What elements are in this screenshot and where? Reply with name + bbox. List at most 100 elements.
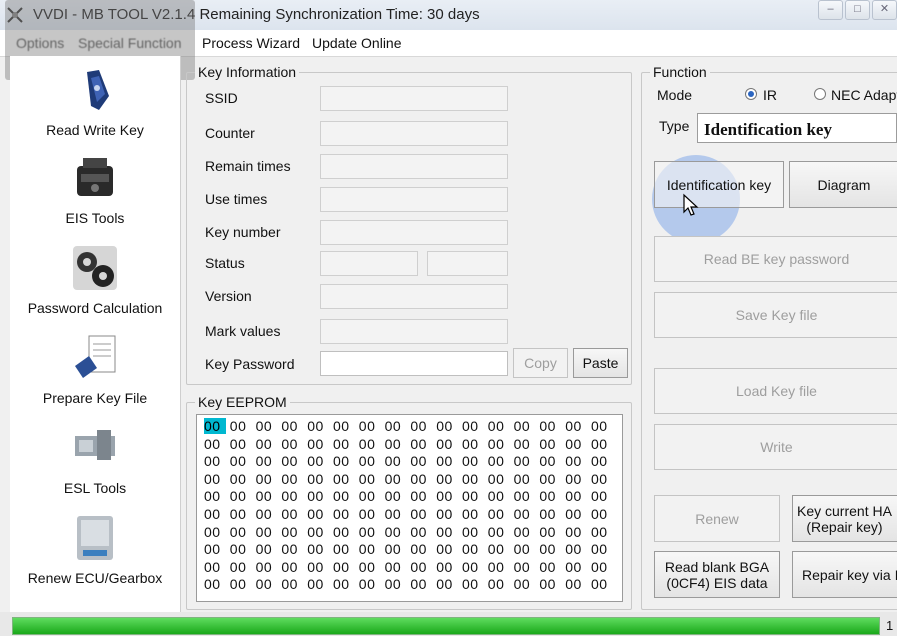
eeprom-byte[interactable]: 00 [591, 506, 613, 522]
eeprom-byte[interactable]: 00 [488, 506, 510, 522]
eeprom-byte[interactable]: 00 [230, 559, 252, 575]
eeprom-byte[interactable]: 00 [514, 471, 536, 487]
key-number-field[interactable] [320, 220, 508, 245]
eeprom-byte[interactable]: 00 [488, 436, 510, 452]
eeprom-byte[interactable]: 00 [565, 471, 587, 487]
eeprom-byte[interactable]: 00 [333, 559, 355, 575]
eeprom-byte[interactable]: 00 [436, 418, 458, 434]
eeprom-byte[interactable]: 00 [462, 436, 484, 452]
eeprom-byte[interactable]: 00 [410, 559, 432, 575]
eeprom-byte[interactable]: 00 [539, 524, 561, 540]
eeprom-byte[interactable]: 00 [359, 506, 381, 522]
eeprom-byte[interactable]: 00 [436, 471, 458, 487]
eeprom-byte[interactable]: 00 [514, 436, 536, 452]
eeprom-byte[interactable]: 00 [462, 453, 484, 469]
eeprom-byte[interactable]: 00 [307, 576, 329, 592]
eeprom-byte[interactable]: 00 [204, 576, 226, 592]
eeprom-byte[interactable]: 00 [230, 471, 252, 487]
eeprom-byte[interactable]: 00 [591, 471, 613, 487]
eeprom-byte[interactable]: 00 [539, 559, 561, 575]
use-times-field[interactable] [320, 187, 508, 212]
close-button[interactable]: ✕ [872, 0, 897, 20]
eeprom-byte[interactable]: 00 [256, 488, 278, 504]
copy-button[interactable]: Copy [513, 348, 568, 378]
eeprom-byte[interactable]: 00 [539, 436, 561, 452]
paste-button[interactable]: Paste [573, 348, 628, 378]
eeprom-byte[interactable]: 00 [281, 524, 303, 540]
eeprom-hex-grid[interactable]: 00 00 00 00 00 00 00 00 00 00 00 00 00 00 00 00 00 00 00 00… [196, 414, 623, 602]
eeprom-byte[interactable]: 00 [410, 506, 432, 522]
counter-field[interactable] [320, 121, 508, 146]
eeprom-byte[interactable]: 00 [410, 418, 432, 434]
eeprom-byte[interactable]: 00 [359, 471, 381, 487]
eeprom-byte[interactable]: 00 [591, 453, 613, 469]
eeprom-byte[interactable]: 00 [256, 418, 278, 434]
eeprom-byte[interactable]: 00 [436, 524, 458, 540]
write-button[interactable]: Write [654, 424, 897, 470]
eeprom-byte[interactable]: 00 [256, 541, 278, 557]
eeprom-byte[interactable]: 00 [307, 453, 329, 469]
load-key-file-button[interactable]: Load Key file [654, 368, 897, 414]
eeprom-byte[interactable]: 00 [565, 453, 587, 469]
eeprom-byte[interactable]: 00 [359, 418, 381, 434]
eeprom-byte[interactable]: 00 [539, 576, 561, 592]
eeprom-byte[interactable]: 00 [462, 471, 484, 487]
eeprom-byte[interactable]: 00 [385, 453, 407, 469]
eeprom-byte[interactable]: 00 [436, 506, 458, 522]
eeprom-byte[interactable]: 00 [230, 506, 252, 522]
menu-update-online[interactable]: Update Online [312, 35, 402, 51]
eeprom-byte[interactable]: 00 [204, 559, 226, 575]
repair-key-via-button[interactable]: Repair key via I [792, 551, 897, 598]
eeprom-byte[interactable]: 00 [462, 506, 484, 522]
sidebar-item-eis-tools[interactable]: EIS Tools [10, 152, 180, 236]
eeprom-byte[interactable]: 00 [410, 576, 432, 592]
eeprom-byte[interactable]: 00 [204, 524, 226, 540]
eeprom-byte[interactable]: 00 [514, 418, 536, 434]
eeprom-byte[interactable]: 00 [359, 559, 381, 575]
eeprom-byte[interactable]: 00 [410, 524, 432, 540]
eeprom-byte[interactable]: 00 [462, 576, 484, 592]
eeprom-byte[interactable]: 00 [307, 471, 329, 487]
eeprom-byte[interactable]: 00 [333, 524, 355, 540]
status-field[interactable] [320, 251, 418, 276]
identification-key-button[interactable]: Identification key [654, 161, 784, 208]
eeprom-byte[interactable]: 00 [488, 541, 510, 557]
eeprom-byte[interactable]: 00 [281, 488, 303, 504]
eeprom-byte[interactable]: 00 [230, 524, 252, 540]
eeprom-byte[interactable]: 00 [359, 488, 381, 504]
eeprom-byte[interactable]: 00 [565, 436, 587, 452]
eeprom-byte[interactable]: 00 [333, 488, 355, 504]
eeprom-byte[interactable]: 00 [230, 453, 252, 469]
eeprom-byte[interactable]: 00 [256, 506, 278, 522]
eeprom-byte[interactable]: 00 [204, 506, 226, 522]
type-select[interactable]: Identification key [697, 113, 897, 143]
mode-nec-adapter-radio[interactable] [814, 88, 826, 100]
eeprom-byte[interactable]: 00 [436, 559, 458, 575]
eeprom-byte[interactable]: 00 [256, 559, 278, 575]
eeprom-byte[interactable]: 00 [410, 471, 432, 487]
eeprom-byte[interactable]: 00 [281, 576, 303, 592]
eeprom-byte[interactable]: 00 [436, 436, 458, 452]
eeprom-byte[interactable]: 00 [462, 541, 484, 557]
eeprom-byte[interactable]: 00 [281, 559, 303, 575]
eeprom-byte[interactable]: 00 [333, 471, 355, 487]
eeprom-byte[interactable]: 00 [256, 436, 278, 452]
key-current-hash-button[interactable]: Key current HA (Repair key) [792, 495, 897, 542]
eeprom-byte[interactable]: 00 [230, 488, 252, 504]
eeprom-byte[interactable]: 00 [333, 576, 355, 592]
eeprom-byte[interactable]: 00 [204, 436, 226, 452]
eeprom-byte[interactable]: 00 [488, 576, 510, 592]
eeprom-byte[interactable]: 00 [539, 471, 561, 487]
eeprom-byte[interactable]: 00 [256, 453, 278, 469]
key-password-field[interactable] [320, 351, 508, 376]
eeprom-byte[interactable]: 00 [385, 488, 407, 504]
eeprom-byte[interactable]: 00 [488, 418, 510, 434]
eeprom-byte[interactable]: 00 [410, 541, 432, 557]
eeprom-byte[interactable]: 00 [385, 576, 407, 592]
eeprom-byte[interactable]: 00 [514, 541, 536, 557]
eeprom-byte[interactable]: 00 [385, 524, 407, 540]
eeprom-byte[interactable]: 00 [204, 453, 226, 469]
diagram-button[interactable]: Diagram [789, 161, 897, 208]
eeprom-byte[interactable]: 00 [281, 418, 303, 434]
eeprom-byte[interactable]: 00 [230, 541, 252, 557]
